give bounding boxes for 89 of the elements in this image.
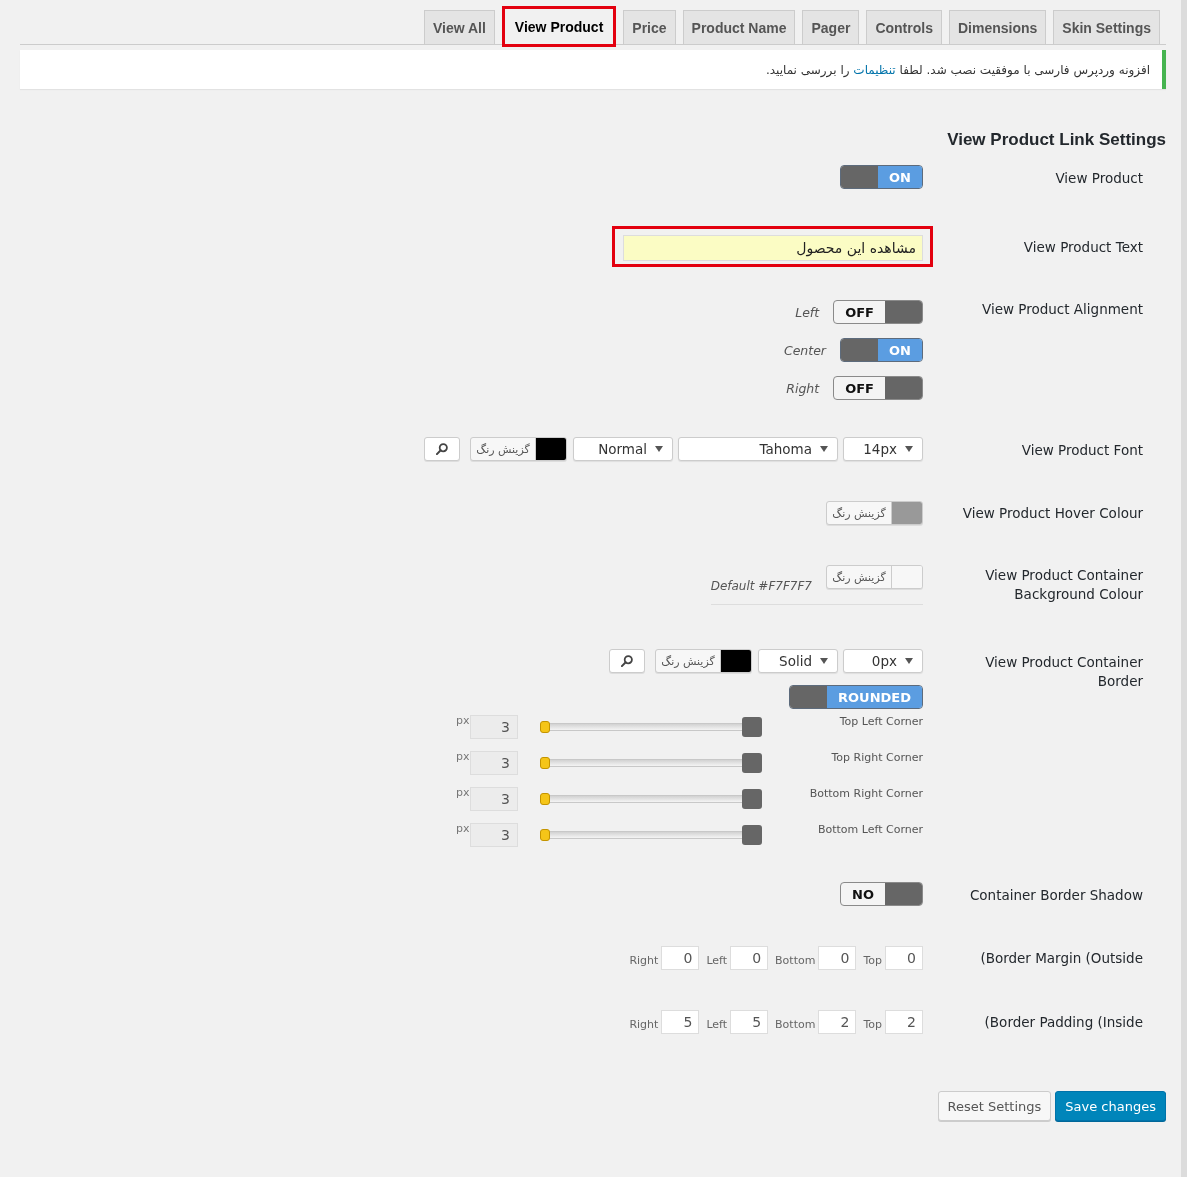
slider-thumb[interactable] [742,753,762,773]
number-field[interactable]: 0 [885,946,923,970]
side-label: Top [863,953,882,967]
side-label: Bottom [775,953,816,967]
tab[interactable]: View All [423,10,495,44]
option-label: Right [786,380,820,396]
slider-track[interactable] [540,715,762,739]
tab[interactable]: View Product [501,6,617,47]
side-label: Right [629,953,659,967]
number-field[interactable]: 3 [470,751,518,775]
tab[interactable]: Skin Settings [1053,10,1160,44]
setting-label: View Product Text [1022,238,1144,257]
font-weight-dropdown[interactable]: Normal [573,437,673,461]
side-label: Left [706,953,728,967]
unit-label: px [456,823,470,835]
slider-track[interactable] [540,787,762,811]
number-field[interactable]: 2 [818,1010,857,1034]
setting-label: View Product Alignment [980,300,1144,319]
tab[interactable]: Pager [802,10,860,44]
setting-label: View Product Font [1020,441,1144,460]
caret-icon [820,658,828,664]
caret-icon [820,446,828,452]
number-field[interactable]: 3 [470,715,518,739]
corner-label: Bottom Left Corner [817,823,923,836]
toggle-switch[interactable]: NO [840,882,923,906]
number-field[interactable]: 0 [661,946,700,970]
knob-icon [540,829,550,841]
number-field[interactable]: 0 [818,946,857,970]
corner-label: Top Right Corner [831,751,923,764]
unit-label: px [456,715,470,727]
border-style-dropdown[interactable]: Solid [758,649,838,673]
section-title: View Product Link Settings [946,130,1166,149]
text-field[interactable]: مشاهده این محصول [623,235,923,261]
tab[interactable]: Dimensions [948,10,1047,44]
slider-thumb[interactable] [742,825,762,845]
setting-label: View Product Container Border [984,653,1144,691]
tab[interactable]: Price [623,10,676,44]
default-value-text: Default #F7F7F7 [710,579,812,593]
caret-icon [905,658,913,664]
number-field[interactable]: 3 [470,787,518,811]
toggle-switch[interactable]: OFF [833,300,923,324]
slider-thumb[interactable] [742,789,762,809]
number-field[interactable]: 3 [470,823,518,847]
setting-label: View Product Hover Colour [961,503,1144,523]
caret-icon [655,446,663,452]
tab[interactable]: Controls [866,10,942,44]
save-button[interactable]: Save changes [1055,1091,1166,1121]
setting-label: Container Border Shadow [968,886,1144,905]
toggle-switch[interactable]: OFF [833,376,923,400]
notice-text: افزونه وردپرس فارسی با موفقیت نصب شد. لطفا تنظیمات را بررسی نمایید. [765,62,1150,77]
option-label: Left [795,304,820,320]
number-field[interactable]: 5 [661,1010,700,1034]
tab[interactable]: Product Name [682,10,796,44]
search-button[interactable] [609,649,645,673]
search-icon [621,655,633,667]
search-button[interactable] [424,437,460,461]
option-label: Center [783,342,826,358]
caret-icon [905,446,913,452]
color-picker-button[interactable]: گزینش رنگ [470,437,567,461]
color-picker-button[interactable]: گزینش رنگ [826,501,923,525]
unit-label: px [456,787,470,799]
side-label: Left [706,1017,728,1031]
number-field[interactable]: 5 [730,1010,769,1034]
setting-label: (Border Padding (Inside [983,1013,1144,1032]
side-label: Bottom [775,1017,816,1031]
color-picker-button[interactable]: گزینش رنگ [826,565,923,589]
slider-track[interactable] [540,823,762,847]
slider-track[interactable] [540,751,762,775]
corner-label: Top Left Corner [839,715,923,728]
font-family-dropdown[interactable]: Tahoma [678,437,838,461]
knob-icon [540,721,550,733]
unit-label: px [456,751,470,763]
setting-label: View Product [1054,169,1144,188]
setting-label: View Product Container Background Colour [984,566,1144,604]
color-picker-button[interactable]: گزینش رنگ [655,649,752,673]
reset-button[interactable]: Reset Settings [937,1091,1052,1121]
font-size-dropdown[interactable]: 14px [843,437,923,461]
knob-icon [540,757,550,769]
settings-link[interactable]: تنظیمات [853,62,896,77]
border-width-dropdown[interactable]: 0px [843,649,923,673]
corner-label: Bottom Right Corner [809,787,923,800]
setting-label: (Border Margin (Outside [979,949,1144,968]
number-field[interactable]: 0 [730,946,769,970]
side-label: Top [863,1017,882,1031]
slider-thumb[interactable] [742,717,762,737]
search-icon [436,443,448,455]
side-label: Right [629,1017,659,1031]
knob-icon [540,793,550,805]
number-field[interactable]: 2 [885,1010,923,1034]
